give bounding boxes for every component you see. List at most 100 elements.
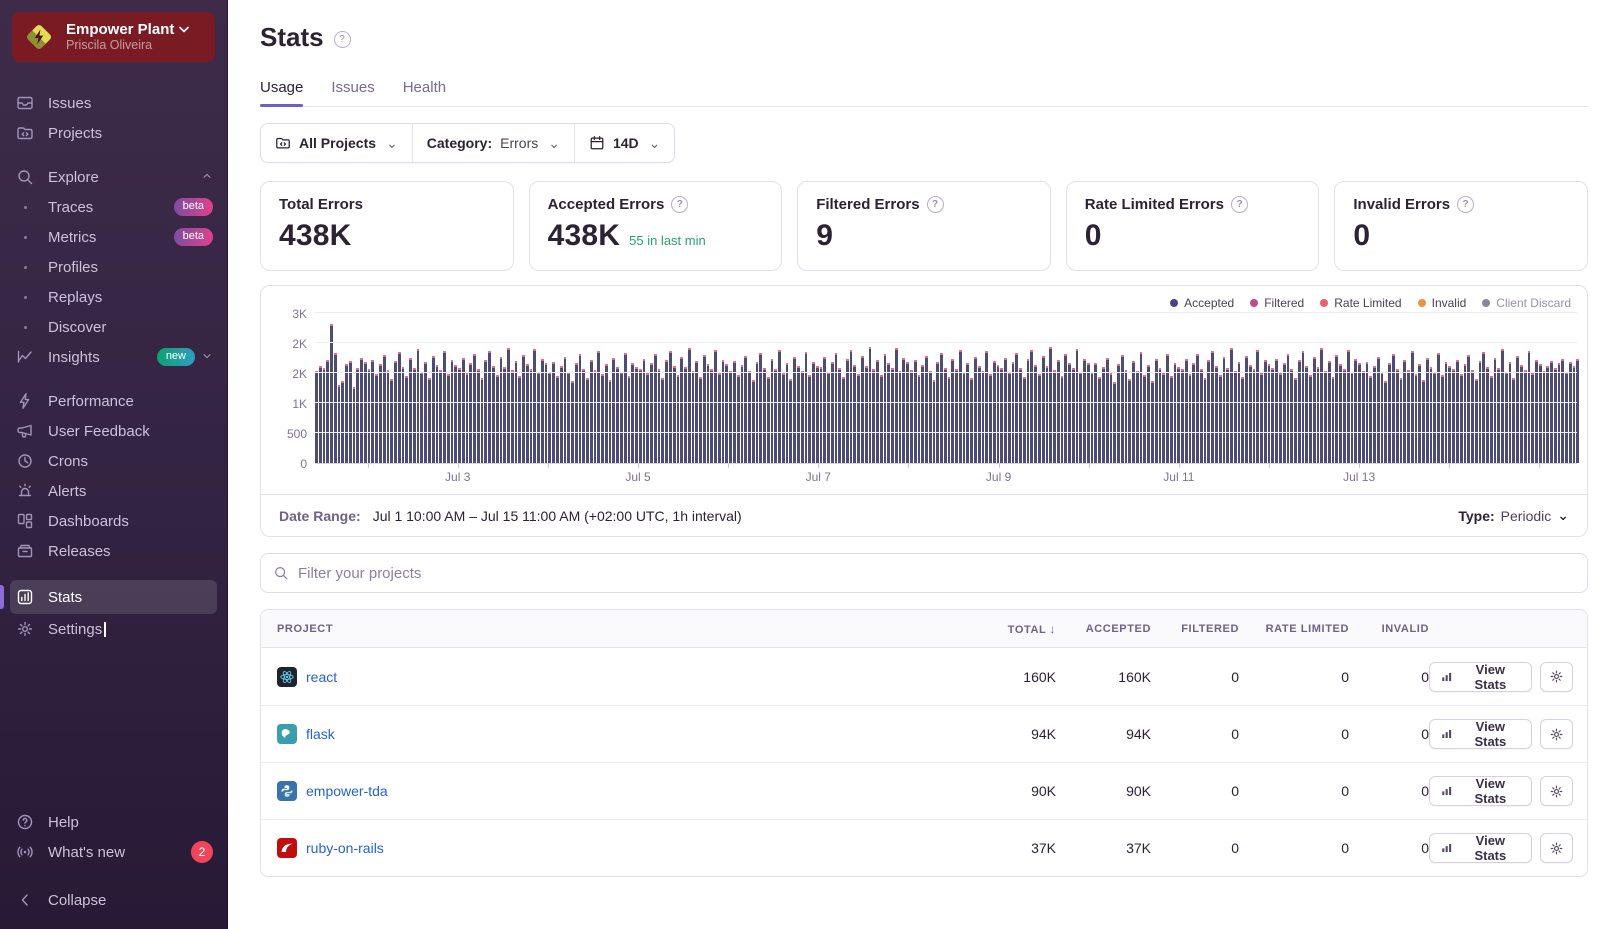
chart-bar[interactable] — [657, 369, 661, 463]
legend-item-accepted[interactable]: Accepted — [1170, 296, 1234, 310]
chart-bar[interactable] — [642, 358, 646, 463]
chart-bar[interactable] — [597, 351, 601, 463]
column-header-rate-limited[interactable]: RATE LIMITED — [1239, 623, 1349, 635]
chart-bar[interactable] — [1102, 366, 1105, 463]
chart-bar[interactable] — [1218, 375, 1222, 463]
chart-bar[interactable] — [409, 358, 412, 463]
chart-bar[interactable] — [1572, 366, 1576, 463]
chart-bar[interactable] — [1049, 347, 1053, 463]
chart-bar[interactable] — [1034, 365, 1037, 463]
chart-bar[interactable] — [661, 378, 665, 463]
chart-bar[interactable] — [514, 360, 518, 463]
chart-bar[interactable] — [533, 349, 537, 463]
date-range-dropdown[interactable]: 14D ⌄ — [573, 124, 674, 162]
project-link[interactable]: flask — [306, 726, 335, 742]
chart-bar[interactable] — [913, 360, 917, 463]
chart-bar[interactable] — [1440, 375, 1444, 463]
chart-bar[interactable] — [1407, 370, 1410, 463]
chart-bar[interactable] — [1523, 369, 1527, 463]
chart-bar[interactable] — [789, 379, 793, 463]
chart-bar[interactable] — [1188, 373, 1192, 463]
chart-bar[interactable] — [936, 361, 940, 463]
chart-bar[interactable] — [1452, 369, 1455, 463]
chart-bar[interactable] — [755, 362, 759, 463]
chart-bar[interactable] — [1384, 380, 1388, 463]
sidebar-item-issues[interactable]: Issues — [0, 88, 227, 118]
project-search-input[interactable] — [298, 564, 1575, 582]
column-header-accepted[interactable]: ACCEPTED — [1056, 623, 1151, 635]
project-link[interactable]: ruby-on-rails — [306, 840, 384, 856]
chart-bar[interactable] — [1143, 374, 1147, 463]
chart-bar[interactable] — [1520, 364, 1523, 463]
chart-bar[interactable] — [461, 358, 465, 463]
chart-bar[interactable] — [548, 371, 552, 463]
chart-bar[interactable] — [1271, 368, 1275, 463]
chart-bar[interactable] — [650, 363, 653, 463]
chart-bar[interactable] — [1267, 364, 1271, 463]
chart-bar[interactable] — [1429, 367, 1433, 463]
chart-bar[interactable] — [1343, 368, 1346, 463]
chart-bar[interactable] — [1237, 361, 1241, 463]
chart-bar[interactable] — [1150, 380, 1154, 463]
project-settings-button[interactable] — [1540, 719, 1573, 749]
chart-bar[interactable] — [638, 368, 642, 463]
chart-bar[interactable] — [872, 369, 876, 463]
chart-bar[interactable] — [1568, 361, 1572, 463]
chart-bar[interactable] — [714, 349, 717, 463]
chart-bar[interactable] — [544, 363, 548, 463]
chart-bar[interactable] — [510, 370, 514, 463]
chart-bar[interactable] — [337, 385, 341, 463]
chart-bar[interactable] — [631, 362, 635, 463]
sidebar-item-replays[interactable]: Replays — [0, 282, 227, 312]
chart-bar[interactable] — [996, 365, 1000, 463]
chart-bar[interactable] — [1550, 361, 1553, 463]
chart-bar[interactable] — [556, 376, 559, 463]
chart-bar[interactable] — [717, 372, 721, 463]
chart-bar[interactable] — [1350, 372, 1354, 463]
chart-bar[interactable] — [1542, 370, 1546, 463]
chart-bar[interactable] — [1211, 351, 1214, 463]
chart-bar[interactable] — [1166, 353, 1169, 463]
chart-bar[interactable] — [1173, 363, 1177, 463]
column-header-filtered[interactable]: FILTERED — [1151, 623, 1239, 635]
chart-bar[interactable] — [729, 370, 732, 463]
chart-bar[interactable] — [1135, 370, 1139, 463]
chart-bar[interactable] — [672, 366, 676, 463]
chart-bar[interactable] — [1045, 366, 1049, 463]
legend-item-rate-limited[interactable]: Rate Limited — [1320, 296, 1402, 310]
chart-bar[interactable] — [1331, 376, 1335, 463]
chart-bar[interactable] — [1098, 376, 1102, 463]
chart-bar[interactable] — [804, 352, 808, 463]
chart-bar[interactable] — [781, 373, 785, 463]
chart-bar[interactable] — [1410, 350, 1414, 463]
chart-bar[interactable] — [1154, 358, 1158, 463]
chart-bar[interactable] — [1493, 357, 1497, 463]
chart-bar[interactable] — [684, 367, 687, 463]
sidebar-item-user-feedback[interactable]: User Feedback — [0, 416, 227, 446]
chart-bar[interactable] — [360, 358, 363, 463]
chart-bar[interactable] — [480, 377, 484, 463]
org-switcher[interactable]: Empower Plant Priscila Oliveira — [12, 12, 215, 62]
chart-bar[interactable] — [785, 363, 789, 463]
chart-bar[interactable] — [635, 366, 638, 463]
chart-bar[interactable] — [695, 361, 699, 463]
project-settings-button[interactable] — [1540, 776, 1573, 806]
chart-bar[interactable] — [1433, 371, 1437, 463]
chart-bar[interactable] — [955, 368, 958, 463]
chart-bar[interactable] — [454, 364, 458, 463]
chart-bar[interactable] — [1083, 358, 1086, 463]
chart-bar[interactable] — [676, 375, 680, 463]
chart-bar[interactable] — [352, 387, 356, 463]
project-link[interactable]: empower-tda — [306, 783, 388, 799]
chart-bar[interactable] — [1546, 365, 1550, 463]
chart-bar[interactable] — [1448, 366, 1452, 463]
chart-bar[interactable] — [620, 372, 623, 463]
chart-bar[interactable] — [1391, 353, 1395, 463]
chart-bar[interactable] — [1026, 359, 1030, 463]
chart-bar[interactable] — [529, 368, 533, 463]
chart-bar[interactable] — [1075, 349, 1079, 463]
help-icon[interactable]: ? — [671, 196, 689, 213]
chart-bar[interactable] — [1474, 378, 1478, 463]
chart-bar[interactable] — [476, 368, 480, 463]
chart-bar[interactable] — [815, 365, 819, 463]
